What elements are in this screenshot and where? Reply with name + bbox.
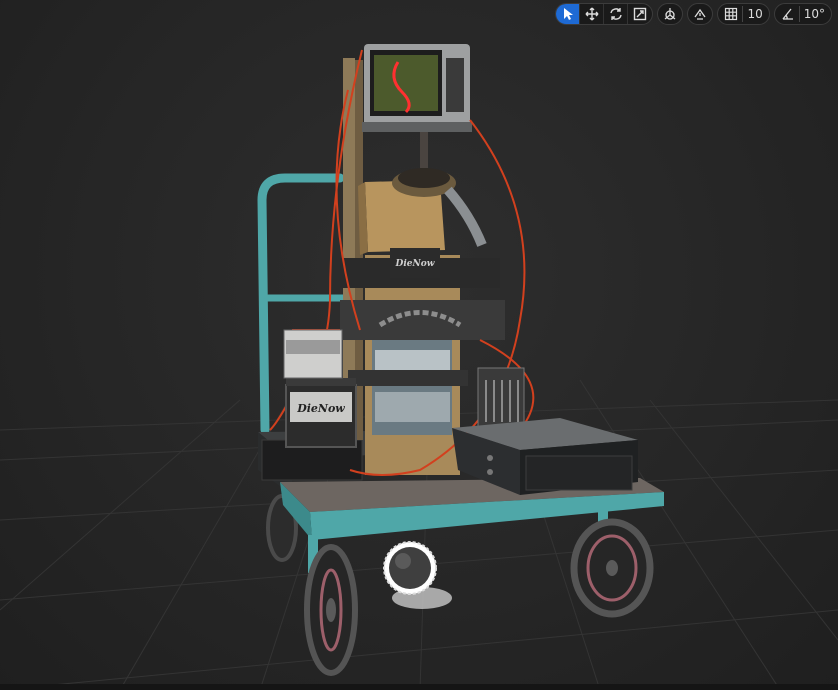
- scene-view[interactable]: DieNow DieNow: [0, 0, 838, 690]
- rotate-tool-button[interactable]: [604, 4, 629, 24]
- scale-box-icon: [634, 7, 647, 21]
- grid-snap-button[interactable]: 10: [717, 3, 770, 25]
- battery-center: DieNow: [390, 248, 440, 278]
- surface-snap-icon: [694, 8, 706, 20]
- grid-icon: [725, 7, 738, 21]
- scale-tool-button[interactable]: [628, 4, 652, 24]
- translate-tool-button[interactable]: [580, 4, 605, 24]
- separator: [798, 6, 800, 22]
- bottom-bar: [0, 684, 838, 690]
- select-tool-button[interactable]: [556, 4, 581, 24]
- globe-axis-icon: [665, 8, 676, 20]
- grid-snap-value: 10: [747, 7, 763, 21]
- front-right-wheel: [570, 518, 654, 618]
- move-arrows-icon: [585, 7, 599, 21]
- angle-icon: [782, 8, 793, 20]
- chair-brand-label: DieNow: [395, 259, 435, 269]
- rotation-snap-value: 10°: [803, 7, 825, 21]
- rotation-snap-button[interactable]: 10°: [773, 3, 832, 25]
- battery-left: DieNow: [285, 378, 357, 448]
- battery-back: [283, 329, 343, 379]
- viewport-toolbar: 10 10°: [555, 3, 832, 25]
- world-local-button[interactable]: [657, 3, 684, 25]
- separator: [742, 6, 744, 22]
- battery-brand-label: DieNow: [296, 402, 345, 415]
- rotate-arrows-icon: [610, 8, 622, 20]
- surface-snap-button[interactable]: [687, 3, 714, 25]
- front-left-wheel: [304, 544, 358, 676]
- pivot-gizmo[interactable]: [383, 541, 452, 609]
- cursor-arrow-icon: [563, 8, 573, 20]
- tv-monitor: [362, 44, 472, 132]
- transform-tools: [555, 3, 654, 25]
- editor-viewport[interactable]: DieNow DieNow 10 10°: [0, 0, 838, 690]
- battery-right: [477, 367, 525, 429]
